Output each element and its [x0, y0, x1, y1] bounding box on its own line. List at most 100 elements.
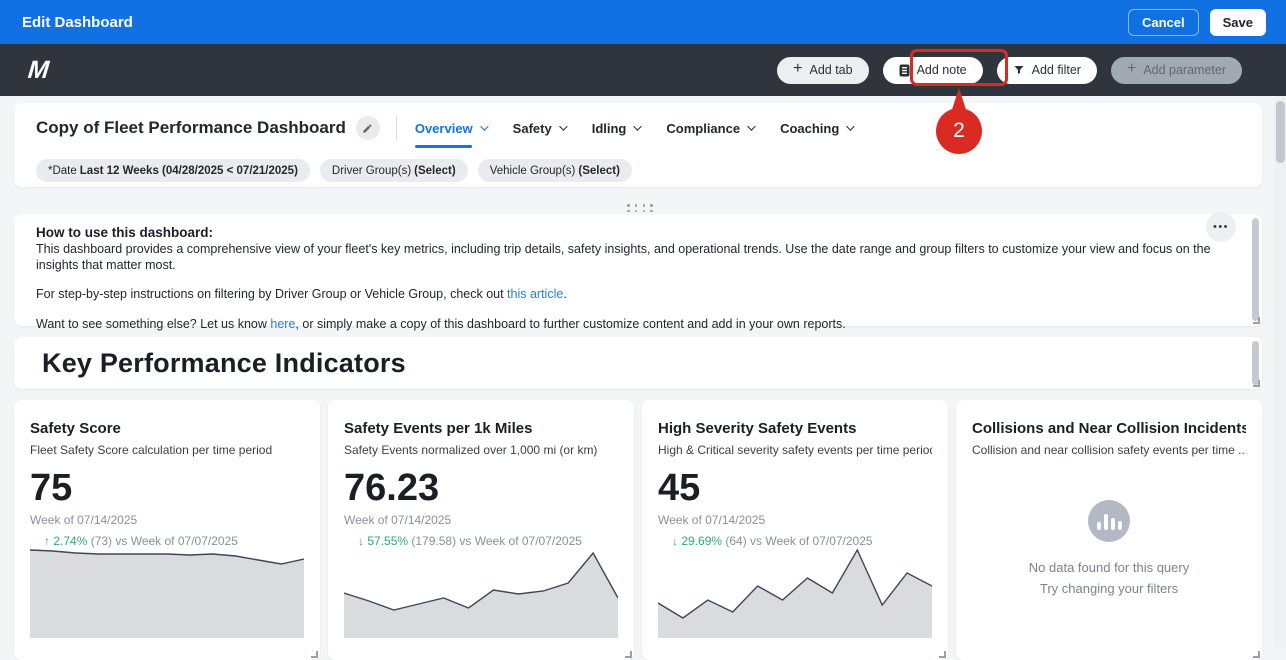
kpi-title: Collisions and Near Collision Incidents: [972, 420, 1246, 437]
note-text: Want to see something else? Let us know: [36, 317, 270, 331]
chevron-down-icon: [480, 122, 488, 130]
article-link[interactable]: this article: [507, 287, 563, 301]
kpi-section-resize-handle[interactable]: [1253, 380, 1260, 387]
kpi-value: 45: [658, 469, 932, 507]
add-tab-label: Add tab: [809, 63, 852, 77]
kpi-subtitle: Fleet Safety Score calculation per time …: [30, 443, 304, 457]
kpi-subtitle: High & Critical severity safety events p…: [658, 443, 932, 457]
tab-idling[interactable]: Idling: [592, 115, 640, 142]
card-resize-handle[interactable]: [939, 651, 946, 658]
add-filter-button[interactable]: Add filter: [997, 57, 1097, 84]
kpi-card-high-severity: High Severity Safety Events High & Criti…: [642, 400, 948, 660]
dashboard-header-card: Copy of Fleet Performance Dashboard Over…: [14, 103, 1262, 187]
dashboard-toolbar: M + Add tab Add note Add filter + Add pa…: [0, 44, 1286, 96]
kpi-value: 76.23: [344, 469, 618, 507]
chevron-down-icon: [747, 122, 755, 130]
divider: [396, 116, 397, 140]
bar-chart-icon: [1088, 500, 1130, 542]
filter-chips-row: *Date Last 12 Weeks (04/28/2025 < 07/21/…: [14, 159, 1262, 182]
filter-funnel-icon: [1013, 64, 1025, 76]
add-note-label: Add note: [917, 63, 967, 77]
kpi-period: Week of 07/14/2025: [344, 513, 618, 527]
no-data-state: No data found for this query Try changin…: [956, 500, 1262, 596]
kpi-section-card: Key Performance Indicators: [14, 337, 1262, 389]
note-text: , or simply make a copy of this dashboar…: [295, 317, 845, 331]
card-resize-handle[interactable]: [311, 651, 318, 658]
vehicle-group-filter-chip[interactable]: Vehicle Group(s) (Select): [478, 159, 632, 182]
tab-coaching[interactable]: Coaching: [780, 115, 852, 142]
note-heading: How to use this dashboard:: [36, 225, 1222, 240]
add-parameter-label: Add parameter: [1143, 63, 1226, 77]
tab-safety[interactable]: Safety: [513, 115, 565, 142]
chevron-down-icon: [559, 122, 567, 130]
sparkline-chart: [30, 538, 304, 638]
kpi-card-safety-score: Safety Score Fleet Safety Score calculat…: [14, 400, 320, 660]
chip-value: Last 12 Weeks (04/28/2025 < 07/21/2025): [80, 165, 298, 177]
feedback-link[interactable]: here: [270, 317, 295, 331]
chip-prefix: Driver Group(s): [332, 165, 411, 177]
cancel-button[interactable]: Cancel: [1128, 9, 1199, 36]
date-filter-chip[interactable]: *Date Last 12 Weeks (04/28/2025 < 07/21/…: [36, 159, 310, 182]
kpi-value: 75: [30, 469, 304, 507]
kpi-title: High Severity Safety Events: [658, 420, 932, 437]
chip-prefix: Vehicle Group(s): [490, 165, 576, 177]
chip-value: (Select): [414, 165, 456, 177]
tab-label: Safety: [513, 121, 552, 136]
note-resize-handle[interactable]: [1253, 317, 1260, 324]
chevron-down-icon: [634, 122, 642, 130]
add-note-button[interactable]: Add note: [883, 57, 983, 84]
note-paragraph-3: Want to see something else? Let us know …: [36, 317, 1222, 333]
card-resize-handle[interactable]: [625, 651, 632, 658]
plus-icon: +: [1127, 61, 1136, 77]
edit-mode-title: Edit Dashboard: [22, 14, 133, 31]
note-paragraph-2: For step-by-step instructions on filteri…: [36, 287, 1222, 303]
drag-handle-icon[interactable]: [625, 203, 655, 213]
card-resize-handle[interactable]: [1253, 651, 1260, 658]
toolbar-buttons: + Add tab Add note Add filter + Add para…: [777, 57, 1242, 84]
chip-prefix: *Date: [48, 165, 77, 177]
driver-group-filter-chip[interactable]: Driver Group(s) (Select): [320, 159, 468, 182]
tab-overview[interactable]: Overview: [415, 115, 486, 142]
note-text: .: [563, 287, 566, 301]
kpi-subtitle: Safety Events normalized over 1,000 mi (…: [344, 443, 618, 457]
save-button[interactable]: Save: [1210, 9, 1266, 36]
plus-icon: +: [793, 61, 802, 77]
no-data-message: No data found for this query: [956, 560, 1262, 575]
note-menu-button[interactable]: •••: [1206, 212, 1236, 242]
edit-mode-bar: Edit Dashboard Cancel Save: [0, 0, 1286, 44]
dashboard-tabs: Overview Safety Idling Compliance Coachi…: [415, 115, 852, 142]
kpi-card-collisions: Collisions and Near Collision Incidents …: [956, 400, 1262, 660]
add-tab-button[interactable]: + Add tab: [777, 57, 868, 84]
dashboard-title-row: Copy of Fleet Performance Dashboard Over…: [14, 103, 1262, 153]
kpi-title: Safety Events per 1k Miles: [344, 420, 618, 437]
sparkline-chart: [344, 538, 618, 638]
tab-label: Coaching: [780, 121, 839, 136]
motive-logo: M: [26, 56, 49, 85]
kpi-section-scrollbar[interactable]: [1252, 341, 1259, 385]
kpi-title: Safety Score: [30, 420, 304, 437]
kpi-section-heading: Key Performance Indicators: [42, 348, 406, 379]
note-icon: [899, 64, 910, 77]
note-text: For step-by-step instructions on filteri…: [36, 287, 507, 301]
edit-title-button[interactable]: [356, 116, 380, 140]
kpi-card-safety-events: Safety Events per 1k Miles Safety Events…: [328, 400, 634, 660]
add-parameter-button[interactable]: + Add parameter: [1111, 57, 1242, 84]
add-filter-label: Add filter: [1032, 63, 1081, 77]
no-data-hint: Try changing your filters: [956, 581, 1262, 596]
note-widget: How to use this dashboard: This dashboar…: [14, 214, 1262, 326]
page-scrollbar-thumb[interactable]: [1276, 101, 1285, 163]
pencil-icon: [362, 123, 373, 134]
tab-label: Idling: [592, 121, 627, 136]
kpi-period: Week of 07/14/2025: [658, 513, 932, 527]
chevron-down-icon: [846, 122, 854, 130]
tab-label: Overview: [415, 121, 473, 136]
note-scrollbar[interactable]: [1252, 218, 1259, 321]
dashboard-title: Copy of Fleet Performance Dashboard: [36, 118, 346, 138]
kpi-subtitle: Collision and near collision safety even…: [972, 443, 1246, 457]
sparkline-chart: [658, 538, 932, 638]
chip-value: (Select): [578, 165, 620, 177]
edit-mode-actions: Cancel Save: [1128, 9, 1266, 36]
tab-label: Compliance: [666, 121, 740, 136]
kpi-period: Week of 07/14/2025: [30, 513, 304, 527]
tab-compliance[interactable]: Compliance: [666, 115, 753, 142]
